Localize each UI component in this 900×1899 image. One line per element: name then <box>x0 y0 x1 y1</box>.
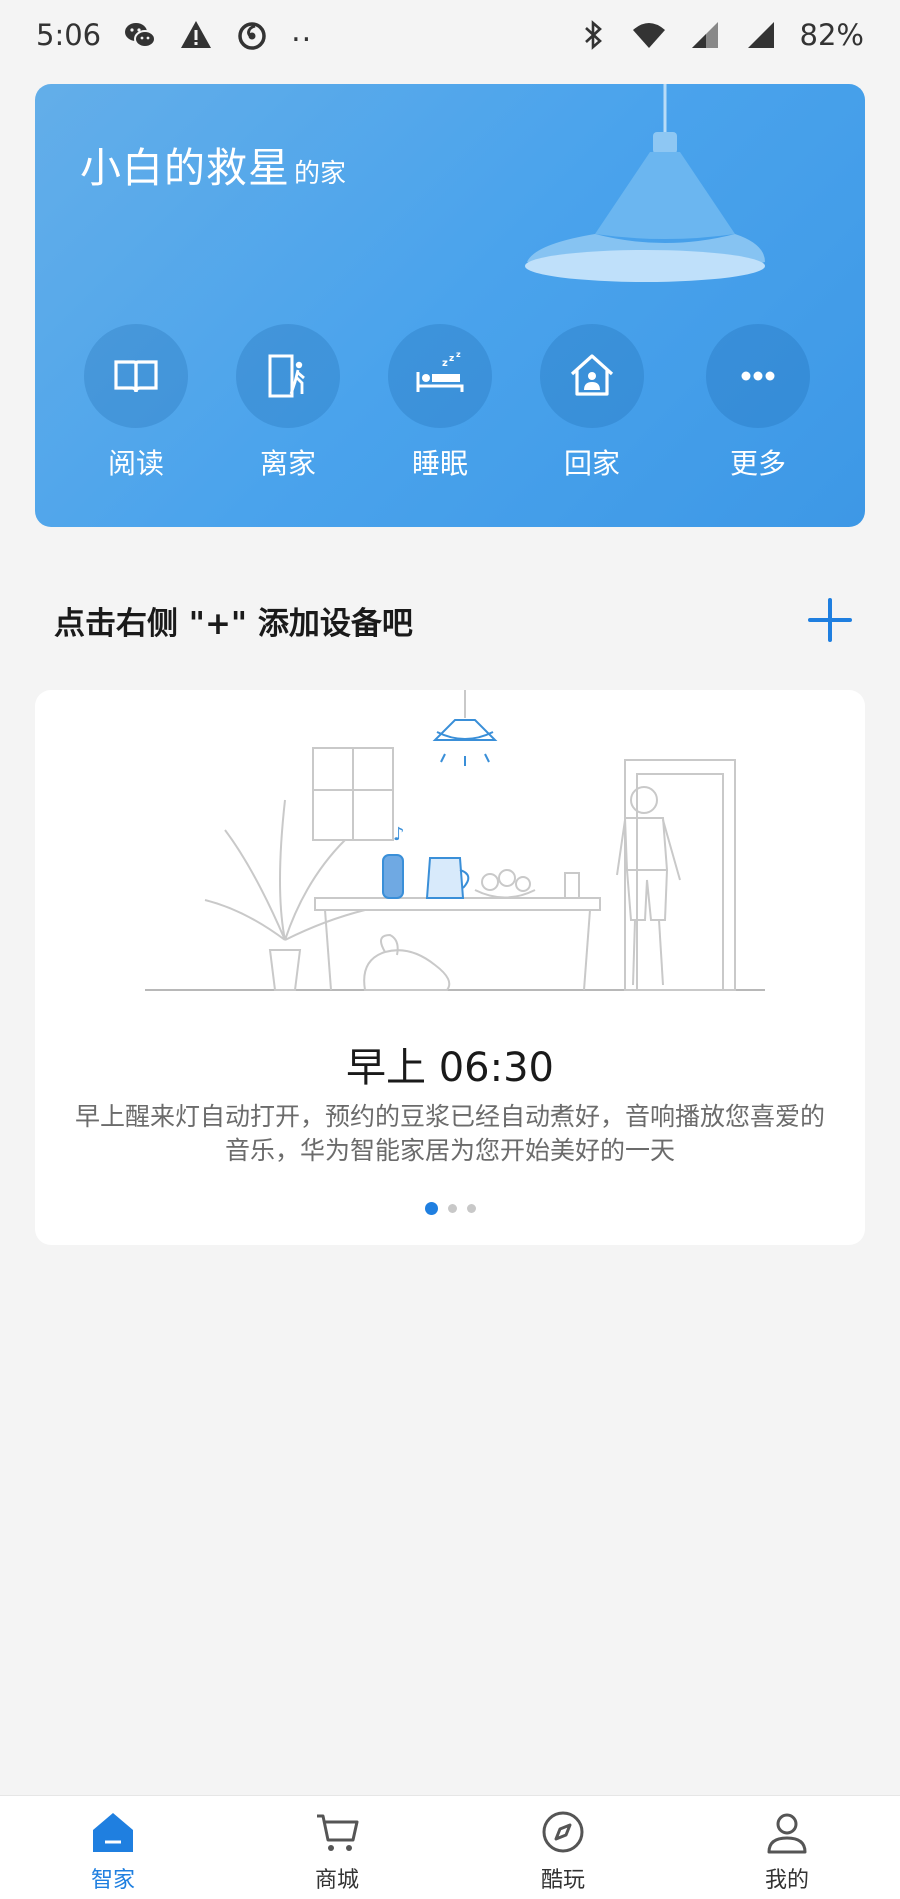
morning-scene-illustration: ♪ <box>145 690 765 991</box>
guide-card[interactable]: ♪ 早上 06:30 早上醒来灯自动打开，预约的豆浆已经自动煮好，音响播放您喜爱… <box>35 690 865 1245</box>
svg-text:z: z <box>456 350 461 359</box>
status-time: 5:06 <box>36 18 102 52</box>
warning-icon <box>181 21 212 48</box>
scene-return-home[interactable]: 回家 <box>527 324 657 482</box>
home-icon <box>93 1813 133 1852</box>
nav-label: 酷玩 <box>540 1868 585 1893</box>
carousel-pager[interactable] <box>35 1202 865 1215</box>
add-device-row: 点击右侧 "+" 添加设备吧 <box>54 590 854 650</box>
scene-row: 阅读 离家 z z z 睡眠 回家 更多 <box>35 324 865 524</box>
lamp-illustration <box>525 84 765 282</box>
sleep-icon: z z z <box>416 350 464 392</box>
scene-label: 阅读 <box>107 447 164 480</box>
scene-more[interactable]: 更多 <box>693 324 823 482</box>
signal-icon <box>747 22 774 48</box>
nav-mall[interactable]: 商城 <box>282 1808 392 1894</box>
scene-reading[interactable]: 阅读 <box>71 324 201 482</box>
return-home-icon <box>570 354 614 396</box>
pager-dot[interactable] <box>447 1204 457 1213</box>
wifi-icon <box>632 23 665 48</box>
home-suffix: 的家 <box>294 159 347 189</box>
app-screen: 5:06 .. 82% 小白的救星 的家 阅读 离家 z z z 睡眠 回家 更… <box>0 0 900 1899</box>
scene-label: 离家 <box>259 447 316 480</box>
status-bar: 5:06 .. 82% <box>0 0 900 70</box>
bottom-nav: 智家 商城 酷玩 我的 <box>0 1795 900 1899</box>
nav-explore[interactable]: 酷玩 <box>508 1808 618 1894</box>
status-left: 5:06 .. <box>36 14 312 53</box>
guide-title: 早上 06:30 <box>346 1045 554 1091</box>
status-right: 82% <box>576 18 864 52</box>
pager-dot[interactable] <box>466 1204 476 1213</box>
cart-icon <box>317 1814 359 1851</box>
more-icon <box>741 371 775 381</box>
home-title[interactable]: 小白的救星 的家 <box>80 134 346 194</box>
wechat-icon <box>125 23 157 48</box>
compass-icon <box>542 1811 584 1853</box>
signal-icon <box>691 22 718 48</box>
nav-label: 我的 <box>764 1868 809 1893</box>
scene-label: 睡眠 <box>411 447 468 480</box>
netease-music-icon <box>238 22 266 50</box>
book-icon <box>114 360 158 393</box>
svg-text:z: z <box>449 354 454 364</box>
add-device-prompt: 点击右侧 "+" 添加设备吧 <box>54 605 413 642</box>
scene-sleep-button[interactable]: z z z <box>388 324 492 428</box>
scene-leave-home[interactable]: 离家 <box>223 324 353 482</box>
pager-dot-active[interactable] <box>424 1202 438 1215</box>
battery-level: 82% <box>799 18 864 52</box>
scene-more-button[interactable] <box>706 324 810 428</box>
home-name: 小白的救星 <box>80 144 290 192</box>
more-notifications: .. <box>291 13 313 49</box>
profile-icon <box>767 1813 807 1854</box>
svg-text:z: z <box>442 358 448 369</box>
bluetooth-icon <box>584 20 602 50</box>
guide-description: 早上醒来灯自动打开，预约的豆浆已经自动煮好，音响播放您喜爱的音乐，华为智能家居为… <box>74 1102 825 1165</box>
plus-icon[interactable] <box>806 596 854 644</box>
scene-label: 更多 <box>729 447 786 480</box>
nav-label: 智家 <box>90 1868 135 1893</box>
svg-text:♪: ♪ <box>393 824 405 845</box>
scene-sleep[interactable]: z z z 睡眠 <box>375 324 505 482</box>
nav-me[interactable]: 我的 <box>732 1808 842 1894</box>
scene-leave-home-button[interactable] <box>236 324 340 428</box>
scene-return-home-button[interactable] <box>540 324 644 428</box>
home-banner: 小白的救星 的家 阅读 离家 z z z 睡眠 回家 更多 <box>35 84 865 527</box>
leave-home-icon <box>268 354 305 398</box>
scene-reading-button[interactable] <box>84 324 188 428</box>
scene-label: 回家 <box>563 447 620 480</box>
nav-label: 商城 <box>314 1868 359 1893</box>
nav-smart-home[interactable]: 智家 <box>58 1808 168 1894</box>
